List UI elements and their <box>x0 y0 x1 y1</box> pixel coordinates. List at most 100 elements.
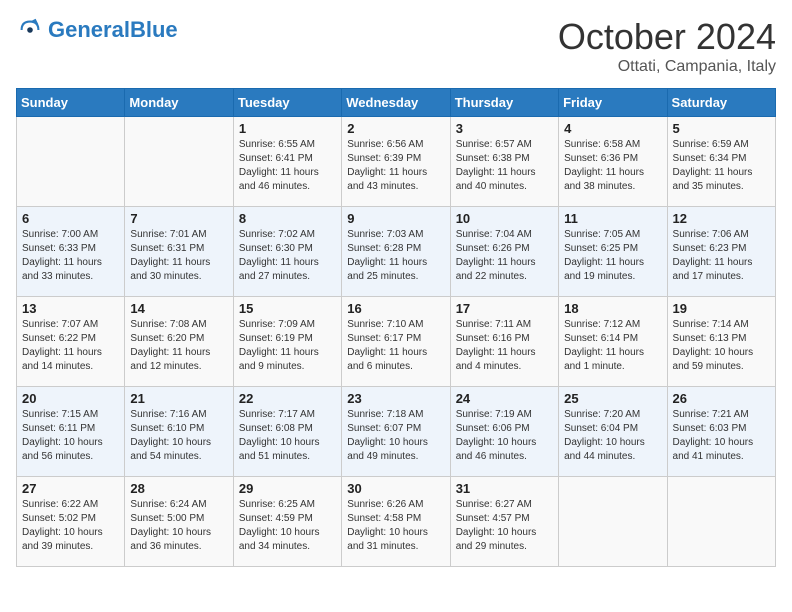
table-row: 24 Sunrise: 7:19 AM Sunset: 6:06 PM Dayli… <box>450 387 558 477</box>
day-number: 29 <box>239 481 336 496</box>
day-number: 10 <box>456 211 553 226</box>
page-header: GeneralBlue October 2024 Ottati, Campani… <box>16 16 776 76</box>
table-row: 11 Sunrise: 7:05 AM Sunset: 6:25 PM Dayli… <box>559 207 667 297</box>
cell-info: Sunrise: 7:03 AM Sunset: 6:28 PM Dayligh… <box>347 228 444 284</box>
day-number: 22 <box>239 391 336 406</box>
table-row <box>125 117 233 207</box>
table-row: 27 Sunrise: 6:22 AM Sunset: 5:02 PM Dayli… <box>17 477 125 567</box>
day-number: 31 <box>456 481 553 496</box>
cell-info: Sunrise: 7:12 AM Sunset: 6:14 PM Dayligh… <box>564 318 661 374</box>
table-row: 14Sunrise: 7:08 AM Sunset: 6:20 PM Dayli… <box>125 297 233 387</box>
day-number: 17 <box>456 301 553 316</box>
table-row: 21 Sunrise: 7:16 AM Sunset: 6:10 PM Dayli… <box>125 387 233 477</box>
col-saturday: Saturday <box>667 89 775 117</box>
cell-info: Sunrise: 7:09 AM Sunset: 6:19 PM Dayligh… <box>239 318 336 374</box>
day-number: 25 <box>564 391 661 406</box>
table-row: 19Sunrise: 7:14 AM Sunset: 6:13 PM Dayli… <box>667 297 775 387</box>
cell-info: Sunrise: 6:26 AM Sunset: 4:58 PM Dayligh… <box>347 498 444 554</box>
logo-icon <box>16 16 44 44</box>
table-row: 8Sunrise: 7:02 AM Sunset: 6:30 PM Daylig… <box>233 207 341 297</box>
calendar-body: 1 Sunrise: 6:55 AM Sunset: 6:41 PM Daylig… <box>17 117 776 567</box>
header-row: Sunday Monday Tuesday Wednesday Thursday… <box>17 89 776 117</box>
cell-info: Sunrise: 7:14 AM Sunset: 6:13 PM Dayligh… <box>673 318 770 374</box>
cell-info: Sunrise: 6:55 AM Sunset: 6:41 PM Dayligh… <box>239 138 336 194</box>
cell-info: Sunrise: 7:10 AM Sunset: 6:17 PM Dayligh… <box>347 318 444 374</box>
cell-info: Sunrise: 7:16 AM Sunset: 6:10 PM Dayligh… <box>130 408 227 464</box>
cell-info: Sunrise: 6:22 AM Sunset: 5:02 PM Dayligh… <box>22 498 119 554</box>
cell-info: Sunrise: 6:27 AM Sunset: 4:57 PM Dayligh… <box>456 498 553 554</box>
day-number: 24 <box>456 391 553 406</box>
cell-info: Sunrise: 6:24 AM Sunset: 5:00 PM Dayligh… <box>130 498 227 554</box>
day-number: 20 <box>22 391 119 406</box>
table-row <box>559 477 667 567</box>
cell-info: Sunrise: 6:59 AM Sunset: 6:34 PM Dayligh… <box>673 138 770 194</box>
table-row: 20Sunrise: 7:15 AM Sunset: 6:11 PM Dayli… <box>17 387 125 477</box>
week-row-2: 13Sunrise: 7:07 AM Sunset: 6:22 PM Dayli… <box>17 297 776 387</box>
cell-info: Sunrise: 6:56 AM Sunset: 6:39 PM Dayligh… <box>347 138 444 194</box>
table-row: 15 Sunrise: 7:09 AM Sunset: 6:19 PM Dayli… <box>233 297 341 387</box>
day-number: 3 <box>456 121 553 136</box>
cell-info: Sunrise: 7:11 AM Sunset: 6:16 PM Dayligh… <box>456 318 553 374</box>
table-row: 4Sunrise: 6:58 AM Sunset: 6:36 PM Daylig… <box>559 117 667 207</box>
table-row: 9 Sunrise: 7:03 AM Sunset: 6:28 PM Daylig… <box>342 207 450 297</box>
table-row: 13Sunrise: 7:07 AM Sunset: 6:22 PM Dayli… <box>17 297 125 387</box>
calendar-header: Sunday Monday Tuesday Wednesday Thursday… <box>17 89 776 117</box>
logo-blue: Blue <box>130 17 178 42</box>
day-number: 5 <box>673 121 770 136</box>
table-row: 17 Sunrise: 7:11 AM Sunset: 6:16 PM Dayli… <box>450 297 558 387</box>
day-number: 6 <box>22 211 119 226</box>
week-row-0: 1 Sunrise: 6:55 AM Sunset: 6:41 PM Daylig… <box>17 117 776 207</box>
day-number: 30 <box>347 481 444 496</box>
cell-info: Sunrise: 6:57 AM Sunset: 6:38 PM Dayligh… <box>456 138 553 194</box>
day-number: 4 <box>564 121 661 136</box>
table-row <box>667 477 775 567</box>
week-row-4: 27 Sunrise: 6:22 AM Sunset: 5:02 PM Dayli… <box>17 477 776 567</box>
day-number: 26 <box>673 391 770 406</box>
day-number: 15 <box>239 301 336 316</box>
table-row: 2Sunrise: 6:56 AM Sunset: 6:39 PM Daylig… <box>342 117 450 207</box>
table-row: 28Sunrise: 6:24 AM Sunset: 5:00 PM Dayli… <box>125 477 233 567</box>
col-monday: Monday <box>125 89 233 117</box>
month-title: October 2024 <box>558 16 776 58</box>
table-row: 29 Sunrise: 6:25 AM Sunset: 4:59 PM Dayli… <box>233 477 341 567</box>
table-row: 10 Sunrise: 7:04 AM Sunset: 6:26 PM Dayli… <box>450 207 558 297</box>
day-number: 27 <box>22 481 119 496</box>
table-row: 6 Sunrise: 7:00 AM Sunset: 6:33 PM Daylig… <box>17 207 125 297</box>
table-row: 3 Sunrise: 6:57 AM Sunset: 6:38 PM Daylig… <box>450 117 558 207</box>
col-tuesday: Tuesday <box>233 89 341 117</box>
logo-general: General <box>48 17 130 42</box>
day-number: 7 <box>130 211 227 226</box>
day-number: 8 <box>239 211 336 226</box>
day-number: 9 <box>347 211 444 226</box>
day-number: 12 <box>673 211 770 226</box>
day-number: 14 <box>130 301 227 316</box>
cell-info: Sunrise: 7:04 AM Sunset: 6:26 PM Dayligh… <box>456 228 553 284</box>
logo: GeneralBlue <box>16 16 178 44</box>
cell-info: Sunrise: 7:07 AM Sunset: 6:22 PM Dayligh… <box>22 318 119 374</box>
table-row: 12 Sunrise: 7:06 AM Sunset: 6:23 PM Dayli… <box>667 207 775 297</box>
cell-info: Sunrise: 7:05 AM Sunset: 6:25 PM Dayligh… <box>564 228 661 284</box>
week-row-3: 20Sunrise: 7:15 AM Sunset: 6:11 PM Dayli… <box>17 387 776 477</box>
table-row: 23 Sunrise: 7:18 AM Sunset: 6:07 PM Dayli… <box>342 387 450 477</box>
calendar-table: Sunday Monday Tuesday Wednesday Thursday… <box>16 88 776 567</box>
day-number: 1 <box>239 121 336 136</box>
week-row-1: 6 Sunrise: 7:00 AM Sunset: 6:33 PM Daylig… <box>17 207 776 297</box>
table-row: 30 Sunrise: 6:26 AM Sunset: 4:58 PM Dayli… <box>342 477 450 567</box>
table-row: 16 Sunrise: 7:10 AM Sunset: 6:17 PM Dayli… <box>342 297 450 387</box>
day-number: 23 <box>347 391 444 406</box>
table-row: 25Sunrise: 7:20 AM Sunset: 6:04 PM Dayli… <box>559 387 667 477</box>
col-friday: Friday <box>559 89 667 117</box>
day-number: 16 <box>347 301 444 316</box>
cell-info: Sunrise: 7:18 AM Sunset: 6:07 PM Dayligh… <box>347 408 444 464</box>
cell-info: Sunrise: 7:00 AM Sunset: 6:33 PM Dayligh… <box>22 228 119 284</box>
cell-info: Sunrise: 7:06 AM Sunset: 6:23 PM Dayligh… <box>673 228 770 284</box>
cell-info: Sunrise: 7:19 AM Sunset: 6:06 PM Dayligh… <box>456 408 553 464</box>
day-number: 21 <box>130 391 227 406</box>
day-number: 11 <box>564 211 661 226</box>
table-row: 26Sunrise: 7:21 AM Sunset: 6:03 PM Dayli… <box>667 387 775 477</box>
cell-info: Sunrise: 6:25 AM Sunset: 4:59 PM Dayligh… <box>239 498 336 554</box>
col-wednesday: Wednesday <box>342 89 450 117</box>
table-row <box>17 117 125 207</box>
title-block: October 2024 Ottati, Campania, Italy <box>558 16 776 76</box>
table-row: 1 Sunrise: 6:55 AM Sunset: 6:41 PM Daylig… <box>233 117 341 207</box>
